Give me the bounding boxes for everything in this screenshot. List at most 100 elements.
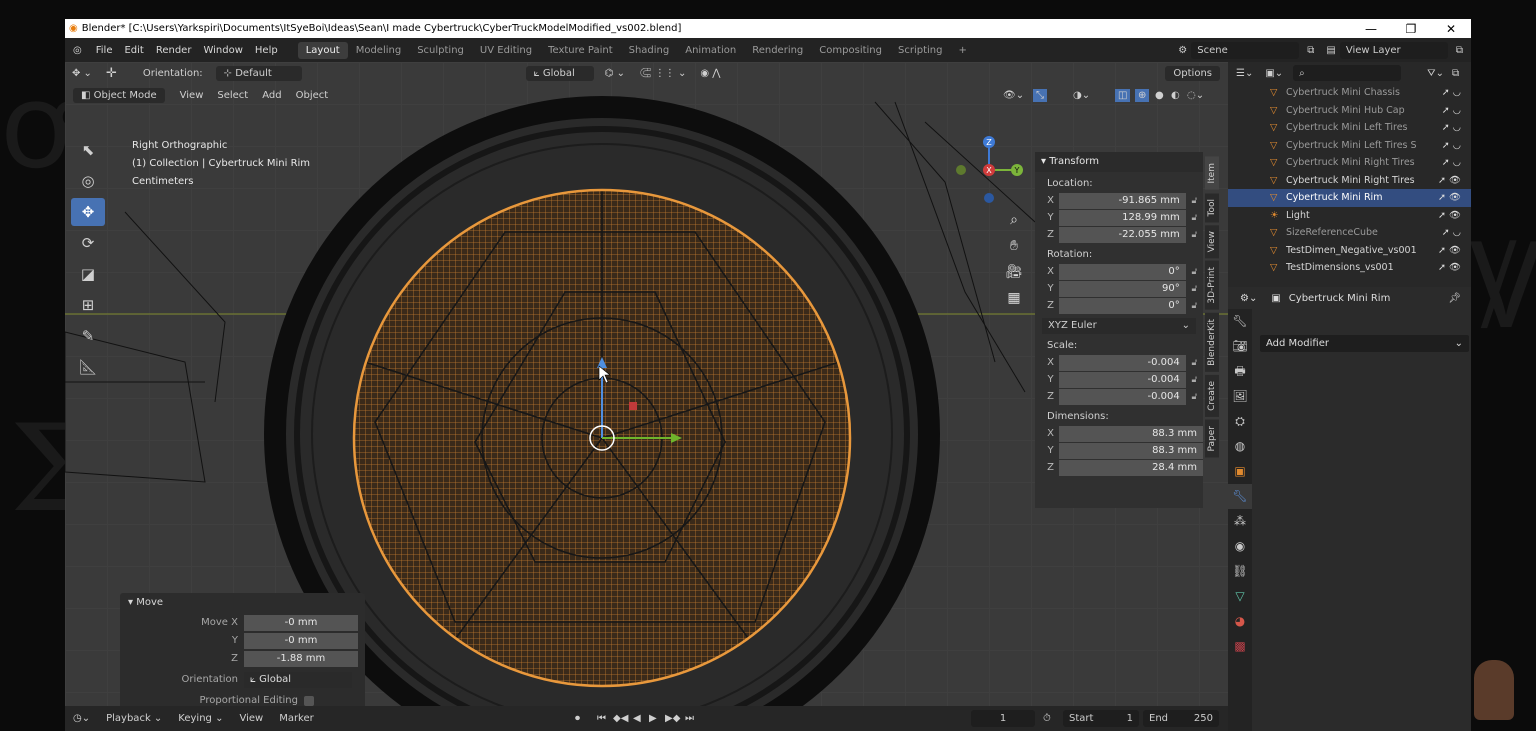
outliner-item[interactable]: ▽ Cybertruck Mini Hub Cap ➚ ◡ — [1228, 102, 1471, 120]
filter-icon[interactable]: ⛛⌄ — [1419, 68, 1452, 79]
outliner-item[interactable]: ☀ Light ➚ 👁︎ — [1228, 207, 1471, 225]
next-keyframe-icon[interactable]: ▶◆ — [665, 713, 680, 724]
ortho-grid-icon[interactable]: ▦ — [1003, 287, 1025, 309]
close-button[interactable]: ✕ — [1431, 22, 1471, 36]
tab-animation[interactable]: Animation — [677, 42, 744, 59]
transform-header[interactable]: ▾ Transform — [1035, 152, 1203, 172]
tab-paper[interactable]: Paper — [1205, 419, 1219, 458]
outliner-search-input[interactable]: ⌕ — [1293, 65, 1402, 81]
tab-blenderkit[interactable]: BlenderKit — [1205, 312, 1219, 372]
output-properties-icon[interactable]: 🖶 — [1228, 359, 1252, 384]
rotation-z-field[interactable]: 0° — [1059, 297, 1186, 314]
editor-type-icon[interactable]: ◷⌄ — [65, 713, 98, 724]
dimension-z-field[interactable]: 28.4 mm — [1059, 459, 1203, 476]
scale-y-field[interactable]: -0.004 — [1059, 371, 1186, 388]
physics-properties-icon[interactable]: ◉ — [1228, 534, 1252, 559]
move-orientation-dropdown[interactable]: ⟀ Global — [244, 671, 352, 688]
dimension-x-field[interactable]: 88.3 mm — [1059, 425, 1203, 442]
texture-properties-icon[interactable]: ▩ — [1228, 634, 1252, 659]
properties-editor-icon[interactable]: ⚙⌄ — [1240, 293, 1257, 304]
transform-mode-icon[interactable]: ✥ ⌄ — [65, 66, 99, 81]
outliner-editor-icon[interactable]: ☰⌄ — [1228, 68, 1261, 79]
tab-item[interactable]: Item — [1205, 157, 1219, 190]
dimension-y-field[interactable]: 88.3 mm — [1059, 442, 1203, 459]
menu-add[interactable]: Add — [255, 88, 288, 103]
overlays-icon[interactable]: ◑⌄ — [1073, 90, 1090, 101]
play-reverse-icon[interactable]: ◀ — [633, 713, 641, 724]
tab-shading[interactable]: Shading — [621, 42, 678, 59]
menu-select[interactable]: Select — [210, 88, 255, 103]
view-layer-selector[interactable]: View Layer — [1339, 41, 1448, 59]
pivot-icon[interactable]: ⌬ ⌄ — [598, 66, 632, 81]
minimize-button[interactable]: — — [1351, 22, 1391, 36]
jump-end-icon[interactable]: ⏭ — [685, 713, 694, 724]
material-shading-icon[interactable]: ◐ — [1171, 90, 1180, 101]
tab-create[interactable]: Create — [1205, 374, 1219, 417]
visibility-toggle-icon[interactable]: ➚ 👁︎ — [1438, 245, 1461, 256]
move-tool-button[interactable]: ✥ — [71, 198, 105, 226]
menu-marker[interactable]: Marker — [271, 713, 322, 724]
record-icon[interactable]: ⏺ — [575, 713, 580, 724]
xray-icon[interactable]: ◫ — [1115, 88, 1131, 102]
move-z-field[interactable]: -1.88 mm — [244, 650, 358, 667]
outliner-item[interactable]: ▽ SizeReferenceCube ➚ ◡ — [1228, 224, 1471, 242]
add-workspace-button[interactable]: + — [950, 42, 974, 59]
menu-view[interactable]: View — [173, 88, 211, 103]
outliner-item[interactable]: ▽ Cybertruck Mini Left Tires ➚ ◡ — [1228, 119, 1471, 137]
3d-viewport[interactable]: ✥ ⌄ ✛ Orientation: ⊹ Default ⟀ Global ⌬ … — [65, 62, 1228, 706]
blender-menu-icon[interactable]: ◎ — [65, 45, 90, 56]
outliner-item[interactable]: ▽ Cybertruck Mini Right Tires S ➚ 👁︎ — [1228, 172, 1471, 190]
visibility-toggle-icon[interactable]: ➚ 👁︎ — [1438, 175, 1461, 186]
rotation-x-field[interactable]: 0° — [1059, 263, 1186, 280]
scale-tool-icon[interactable]: ◪ — [71, 260, 105, 288]
lock-icon[interactable]: 🔓︎ — [1186, 301, 1203, 311]
new-view-layer-icon[interactable]: ⧉ — [1448, 45, 1471, 56]
transform-tool-icon[interactable]: ⊞ — [71, 291, 105, 319]
maximize-button[interactable]: ❐ — [1391, 22, 1431, 36]
rotate-tool-icon[interactable]: ⟳ — [71, 229, 105, 257]
location-y-field[interactable]: 128.99 mm — [1059, 209, 1186, 226]
jump-start-icon[interactable]: ⏮ — [597, 713, 606, 724]
lock-icon[interactable]: 🔓︎ — [1186, 213, 1203, 223]
lock-icon[interactable]: 🔓︎ — [1186, 392, 1203, 402]
menu-window[interactable]: Window — [197, 45, 248, 56]
move-tool-icon[interactable]: ✛ — [99, 64, 124, 83]
scale-z-field[interactable]: -0.004 — [1059, 388, 1186, 405]
camera-icon[interactable]: 🎥︎ — [1003, 261, 1025, 283]
outliner-item[interactable]: ▽ TestDimen_Negative_vs001 ➚ 👁︎ — [1228, 242, 1471, 260]
menu-keying[interactable]: Keying ⌄ — [170, 713, 231, 724]
scene-properties-icon[interactable]: ⛭ — [1228, 409, 1252, 434]
visibility-toggle-icon[interactable]: ➚ ◡ — [1442, 87, 1461, 98]
rotation-y-field[interactable]: 90° — [1059, 280, 1186, 297]
current-frame-field[interactable]: 1 — [971, 710, 1035, 727]
lock-icon[interactable]: 🔓︎ — [1186, 230, 1203, 240]
lock-icon[interactable]: 🔓︎ — [1186, 284, 1203, 294]
start-frame-field[interactable]: Start 1 — [1063, 710, 1139, 727]
menu-object[interactable]: Object — [289, 88, 336, 103]
options-button[interactable]: Options — [1165, 65, 1220, 81]
display-mode-icon[interactable]: ▣⌄ — [1261, 68, 1287, 79]
pan-hand-icon[interactable]: ✋︎ — [1003, 235, 1025, 257]
scale-x-field[interactable]: -0.004 — [1059, 354, 1186, 371]
tab-texture-paint[interactable]: Texture Paint — [540, 42, 621, 59]
move-panel-header[interactable]: ▾ Move — [120, 593, 365, 613]
tab-tool[interactable]: Tool — [1205, 192, 1219, 222]
cursor-tool-icon[interactable]: ◎ — [71, 167, 105, 195]
scene-selector[interactable]: Scene — [1191, 41, 1300, 59]
location-z-field[interactable]: -22.055 mm — [1059, 226, 1186, 243]
object-mode-dropdown[interactable]: ◧ Object Mode — [73, 87, 165, 103]
lock-icon[interactable]: 🔓︎ — [1186, 267, 1203, 277]
menu-timeline-view[interactable]: View — [231, 713, 271, 724]
modifier-properties-icon[interactable]: 🔧︎ — [1228, 484, 1252, 509]
tool-properties-icon[interactable]: 🔧︎ — [1228, 309, 1252, 334]
navigation-gizmo[interactable]: Z X Y — [947, 134, 1027, 214]
tab-sculpting[interactable]: Sculpting — [409, 42, 472, 59]
stopwatch-icon[interactable]: ⏱ — [1043, 713, 1051, 724]
zoom-icon[interactable]: ⌕ — [1003, 209, 1025, 231]
material-properties-icon[interactable]: ◕ — [1228, 609, 1252, 634]
constraints-properties-icon[interactable]: ⛓︎ — [1228, 559, 1252, 584]
menu-render[interactable]: Render — [150, 45, 198, 56]
tab-uv-editing[interactable]: UV Editing — [472, 42, 540, 59]
proportional-editing-icon[interactable]: ◉ ⋀ — [693, 66, 727, 81]
lock-icon[interactable]: 🔓︎ — [1186, 196, 1203, 206]
